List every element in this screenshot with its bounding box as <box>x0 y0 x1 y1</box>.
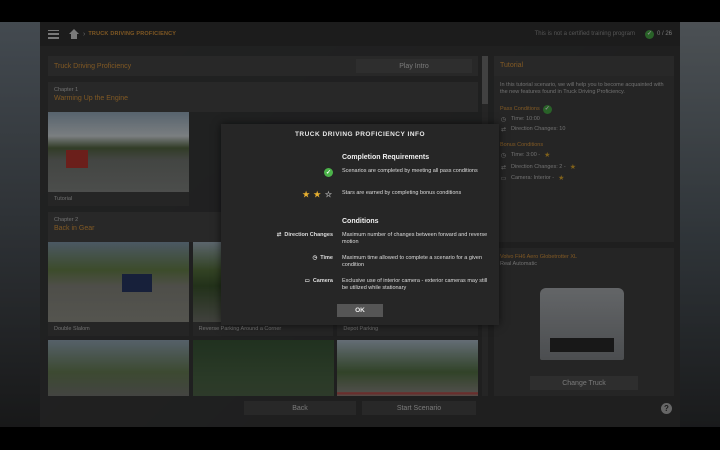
ok-button[interactable]: OK <box>337 304 383 317</box>
camera-text: Exclusive use of interior camera - exter… <box>342 278 488 292</box>
camera-icon: ▭ <box>304 278 310 284</box>
game-view: › TRUCK DRIVING PROFICIENCY This is not … <box>0 22 720 427</box>
direction-text: Maximum number of changes between forwar… <box>342 232 488 246</box>
time-text: Maximum time allowed to complete a scena… <box>342 255 483 269</box>
time-label: Time <box>320 255 333 261</box>
direction-label: Direction Changes <box>284 232 333 238</box>
clock-icon: ◷ <box>312 255 318 261</box>
check-icon: ✓ <box>324 168 333 177</box>
star-empty-icon: ☆ <box>324 190 333 199</box>
stars-text: Stars are earned by completing bonus con… <box>342 190 462 196</box>
dialog-title: TRUCK DRIVING PROFICIENCY INFO <box>294 131 426 138</box>
screen: › TRUCK DRIVING PROFICIENCY This is not … <box>0 0 720 450</box>
conditions-heading: Conditions <box>342 218 379 225</box>
stars-rating: ★ ★ ☆ <box>302 190 333 199</box>
completion-text: Scenarios are completed by meeting all p… <box>342 168 478 174</box>
completion-heading: Completion Requirements <box>342 154 430 161</box>
star-filled-icon: ★ <box>313 190 322 199</box>
direction-icon: ⇄ <box>276 232 282 238</box>
star-filled-icon: ★ <box>302 190 311 199</box>
camera-label: Camera <box>312 278 333 284</box>
info-dialog: TRUCK DRIVING PROFICIENCY INFO Completio… <box>221 124 499 325</box>
